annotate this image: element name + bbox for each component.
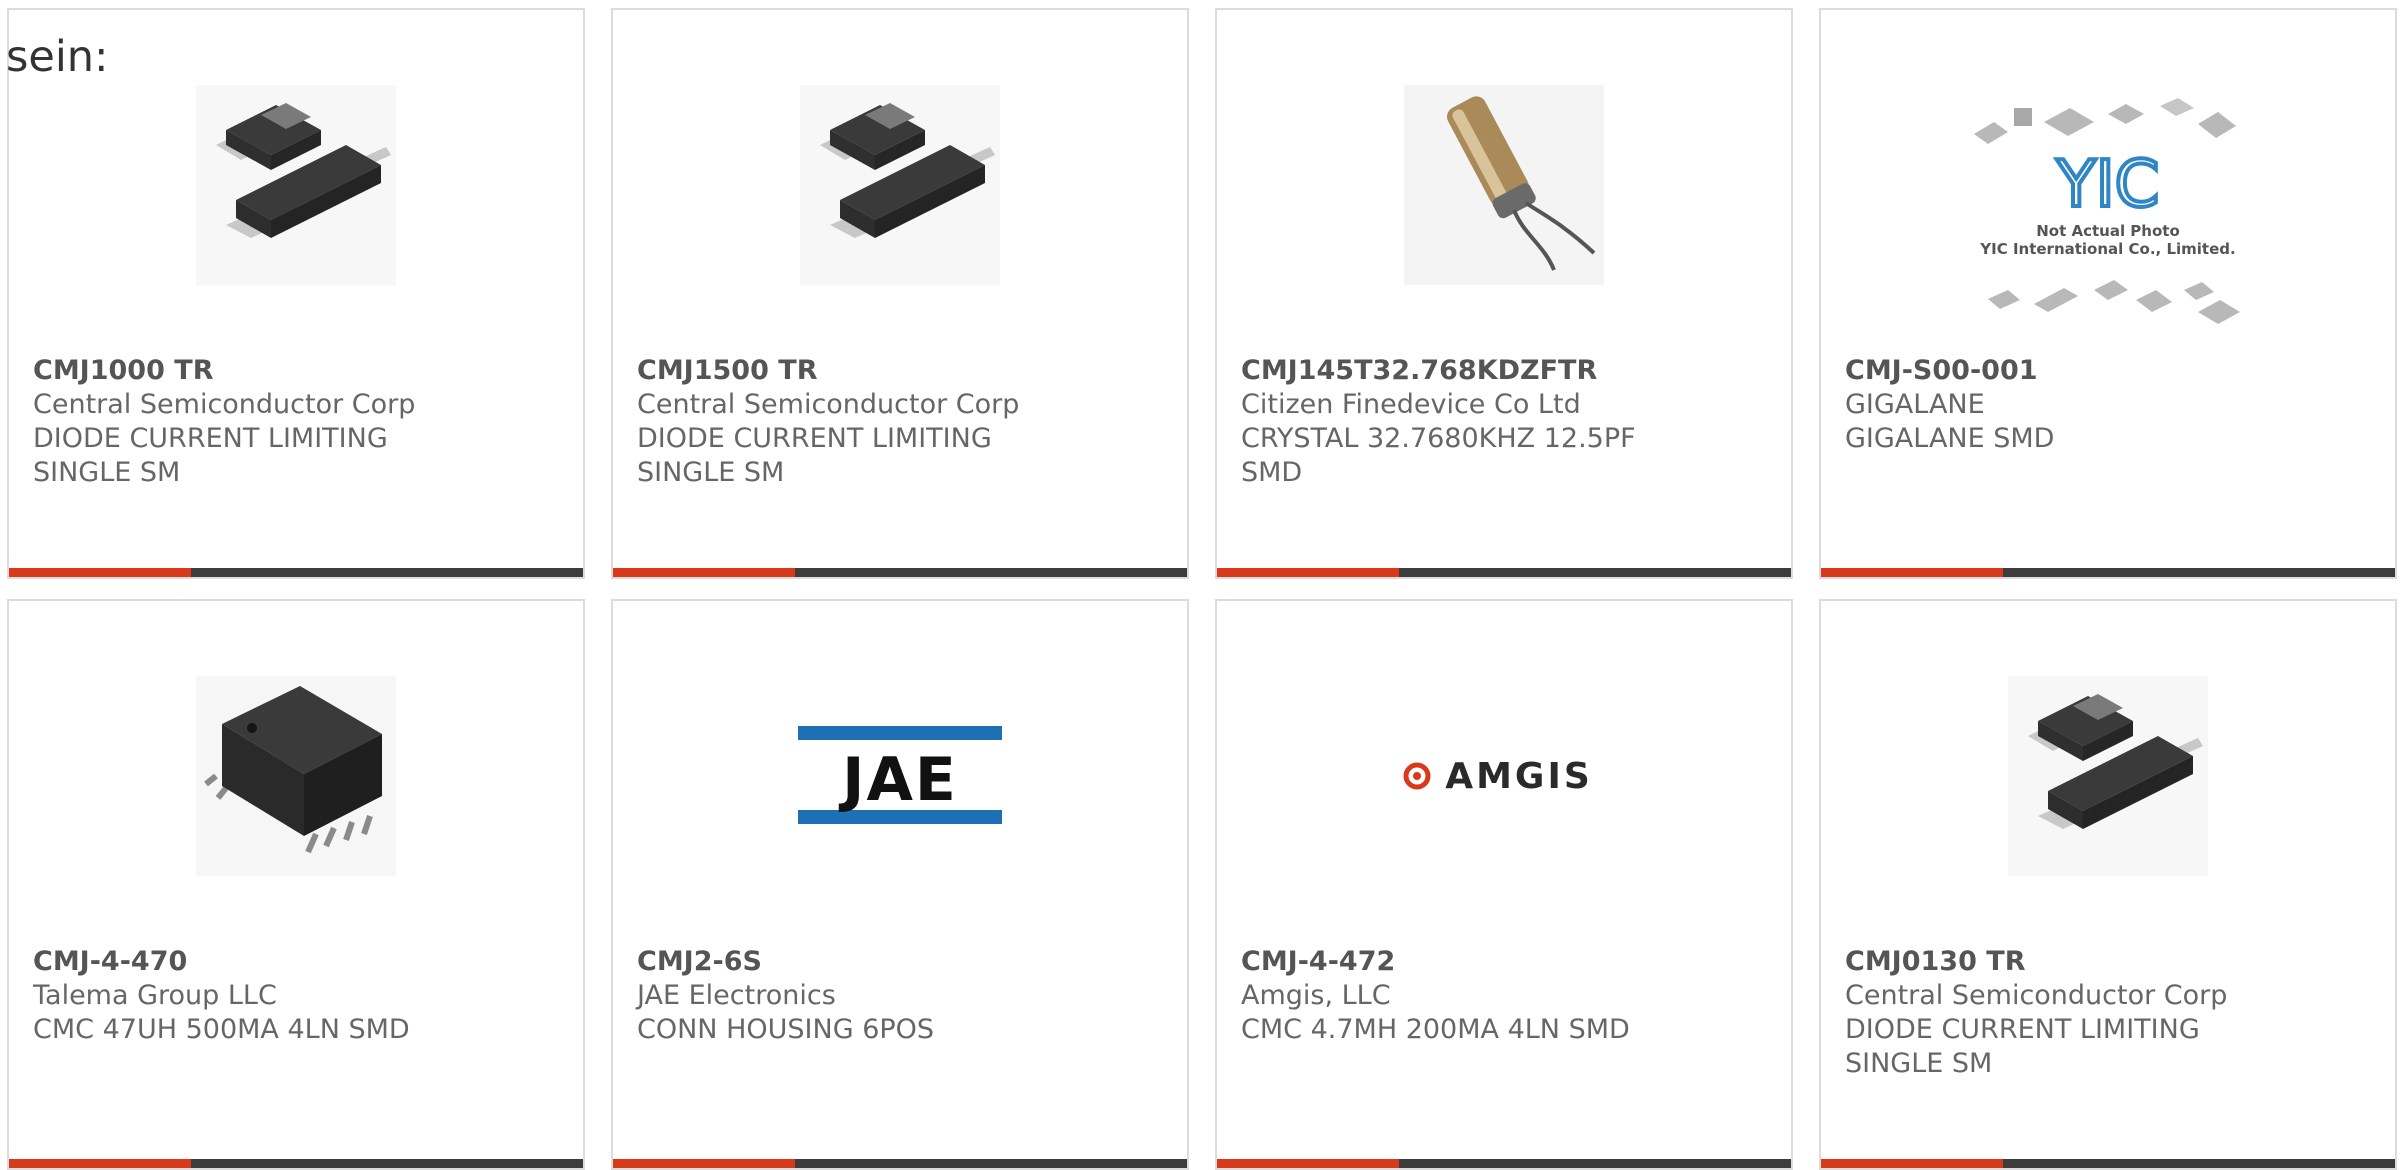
- product-image[interactable]: YIC Not Actual Photo YIC International C…: [1968, 94, 2248, 344]
- product-info: CMJ-S00-001 GIGALANE GIGALANE SMD: [1845, 354, 2275, 456]
- amgis-logo-icon: AMGIS: [1403, 756, 1593, 797]
- description: DIODE CURRENT LIMITING SINGLE SM: [33, 423, 388, 488]
- description: GIGALANE SMD: [1845, 423, 2055, 454]
- part-number[interactable]: CMJ2-6S: [637, 945, 1067, 979]
- yic-logo: YIC: [2056, 148, 2160, 222]
- product-card[interactable]: CMJ145T32.768KDZFTR Citizen Finedevice C…: [1215, 8, 1793, 579]
- manufacturer: JAE Electronics: [637, 980, 836, 1011]
- manufacturer: Citizen Finedevice Co Ltd: [1241, 389, 1581, 420]
- product-info: CMJ-4-472 Amgis, LLC CMC 4.7MH 200MA 4LN…: [1241, 945, 1671, 1047]
- manufacturer: GIGALANE: [1845, 389, 1985, 420]
- card-footer-accent: [1821, 1159, 2003, 1168]
- description: DIODE CURRENT LIMITING SINGLE SM: [637, 423, 992, 488]
- card-footer-bar: [1217, 1159, 1791, 1168]
- common-mode-choke-icon: [196, 676, 396, 876]
- placeholder-company: YIC International Co., Limited.: [1979, 240, 2235, 258]
- product-info: CMJ1000 TR Central Semiconductor Corp DI…: [33, 354, 463, 490]
- product-card[interactable]: CMJ1500 TR Central Semiconductor Corp DI…: [611, 8, 1189, 579]
- crystal-icon: [1404, 85, 1604, 285]
- jae-logo-text: JAE: [838, 745, 958, 815]
- product-info: CMJ2-6S JAE Electronics CONN HOUSING 6PO…: [637, 945, 1067, 1047]
- product-card[interactable]: CMJ0130 TR Central Semiconductor Corp DI…: [1819, 599, 2397, 1170]
- product-card[interactable]: CMJ1000 TR Central Semiconductor Corp DI…: [7, 8, 585, 579]
- leading-text: sein:: [6, 32, 109, 82]
- smd-diode-icon: [196, 85, 396, 285]
- part-number[interactable]: CMJ-4-470: [33, 945, 463, 979]
- part-number[interactable]: CMJ1500 TR: [637, 354, 1067, 388]
- product-card[interactable]: YIC Not Actual Photo YIC International C…: [1819, 8, 2397, 579]
- product-card[interactable]: AMGIS CMJ-4-472 Amgis, LLC CMC 4.7MH 200…: [1215, 599, 1793, 1170]
- card-footer-accent: [1217, 568, 1399, 577]
- manufacturer: Central Semiconductor Corp: [33, 389, 416, 420]
- card-footer-bar: [9, 1159, 583, 1168]
- product-info: CMJ-4-470 Talema Group LLC CMC 47UH 500M…: [33, 945, 463, 1047]
- card-footer-accent: [1821, 568, 2003, 577]
- description: CONN HOUSING 6POS: [637, 1014, 935, 1045]
- card-footer-accent: [9, 568, 191, 577]
- manufacturer: Amgis, LLC: [1241, 980, 1391, 1011]
- product-grid: CMJ1000 TR Central Semiconductor Corp DI…: [0, 0, 2400, 1170]
- card-footer-bar: [613, 568, 1187, 577]
- product-image[interactable]: AMGIS: [1399, 671, 1609, 881]
- card-footer-accent: [9, 1159, 191, 1168]
- product-card[interactable]: CMJ-4-470 Talema Group LLC CMC 47UH 500M…: [7, 599, 585, 1170]
- manufacturer: Talema Group LLC: [33, 980, 277, 1011]
- product-image[interactable]: [191, 80, 401, 290]
- product-image[interactable]: JAE: [795, 671, 1005, 881]
- card-footer-accent: [1217, 1159, 1399, 1168]
- product-image[interactable]: [795, 80, 1005, 290]
- product-info: CMJ1500 TR Central Semiconductor Corp DI…: [637, 354, 1067, 490]
- manufacturer: Central Semiconductor Corp: [1845, 980, 2228, 1011]
- description: CMC 4.7MH 200MA 4LN SMD: [1241, 1014, 1630, 1045]
- card-footer-accent: [613, 1159, 795, 1168]
- card-footer-bar: [613, 1159, 1187, 1168]
- product-image[interactable]: [1399, 80, 1609, 290]
- product-info: CMJ0130 TR Central Semiconductor Corp DI…: [1845, 945, 2275, 1081]
- part-number[interactable]: CMJ0130 TR: [1845, 945, 2275, 979]
- card-footer-bar: [1217, 568, 1791, 577]
- card-footer-bar: [9, 568, 583, 577]
- part-number[interactable]: CMJ-4-472: [1241, 945, 1671, 979]
- card-footer-bar: [1821, 1159, 2395, 1168]
- manufacturer: Central Semiconductor Corp: [637, 389, 1020, 420]
- jae-logo-icon: JAE: [798, 726, 1002, 824]
- placeholder-caption: Not Actual Photo: [2036, 222, 2180, 240]
- card-footer-accent: [613, 568, 795, 577]
- description: CRYSTAL 32.7680KHZ 12.5PF SMD: [1241, 423, 1636, 488]
- product-image[interactable]: [191, 671, 401, 881]
- yic-placeholder-icon: YIC Not Actual Photo YIC International C…: [1974, 98, 2240, 324]
- part-number[interactable]: CMJ145T32.768KDZFTR: [1241, 354, 1671, 388]
- description: DIODE CURRENT LIMITING SINGLE SM: [1845, 1014, 2200, 1079]
- part-number[interactable]: CMJ1000 TR: [33, 354, 463, 388]
- description: CMC 47UH 500MA 4LN SMD: [33, 1014, 410, 1045]
- product-card[interactable]: JAE CMJ2-6S JAE Electronics CONN HOUSING…: [611, 599, 1189, 1170]
- smd-diode-icon: [800, 85, 1000, 285]
- part-number[interactable]: CMJ-S00-001: [1845, 354, 2275, 388]
- smd-diode-icon: [2008, 676, 2208, 876]
- product-info: CMJ145T32.768KDZFTR Citizen Finedevice C…: [1241, 354, 1671, 490]
- product-image[interactable]: [2003, 671, 2213, 881]
- amgis-logo-text: AMGIS: [1445, 756, 1593, 797]
- card-footer-bar: [1821, 568, 2395, 577]
